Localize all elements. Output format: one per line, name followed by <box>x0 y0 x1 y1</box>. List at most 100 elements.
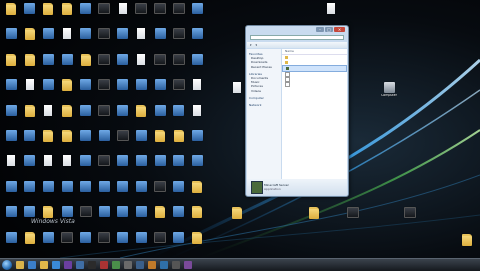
desktop-icon[interactable] <box>95 103 114 128</box>
desktop-icon[interactable] <box>188 26 207 51</box>
desktop-icon[interactable] <box>132 1 151 26</box>
desktop-icon[interactable] <box>132 77 151 102</box>
desktop-icon[interactable] <box>169 1 188 26</box>
desktop-icon-doc-top[interactable] <box>322 1 340 15</box>
desktop-icon[interactable] <box>39 52 58 77</box>
taskbar-button-folder[interactable] <box>40 261 48 269</box>
desktop-icon[interactable] <box>151 52 170 77</box>
desktop-icon[interactable] <box>58 204 77 229</box>
desktop-icon[interactable] <box>58 230 77 255</box>
desktop-icon[interactable] <box>76 204 95 229</box>
desktop-icon[interactable] <box>58 153 77 178</box>
desktop-icon[interactable] <box>2 179 21 204</box>
desktop-icon[interactable] <box>76 153 95 178</box>
desktop-icon[interactable] <box>169 230 188 255</box>
minimize-button[interactable]: – <box>316 27 324 32</box>
desktop-icon[interactable] <box>39 204 58 229</box>
taskbar-button-app5[interactable] <box>112 261 120 269</box>
desktop-icon[interactable] <box>39 153 58 178</box>
desktop-icon[interactable] <box>169 153 188 178</box>
desktop-icon-folder-a[interactable] <box>228 205 246 220</box>
desktop-icon[interactable] <box>188 230 207 255</box>
desktop-icon[interactable] <box>188 1 207 26</box>
desktop-icon[interactable] <box>169 179 188 204</box>
desktop-icon[interactable] <box>58 179 77 204</box>
desktop-icon[interactable] <box>114 26 133 51</box>
desktop-icon[interactable] <box>76 128 95 153</box>
desktop-icon[interactable] <box>58 128 77 153</box>
desktop-icon[interactable] <box>151 230 170 255</box>
desktop-icon[interactable] <box>169 52 188 77</box>
desktop-icon[interactable] <box>95 230 114 255</box>
taskbar-button-app7[interactable] <box>136 261 144 269</box>
desktop-icon[interactable] <box>39 179 58 204</box>
taskbar-button-app9[interactable] <box>160 261 168 269</box>
desktop-icon[interactable] <box>39 230 58 255</box>
desktop-icon[interactable] <box>151 77 170 102</box>
desktop-icon[interactable] <box>39 77 58 102</box>
taskbar-button-ie[interactable] <box>52 261 60 269</box>
desktop-icon[interactable] <box>76 103 95 128</box>
desktop-icon[interactable] <box>151 204 170 229</box>
start-orb-button[interactable] <box>2 260 12 270</box>
desktop-icon[interactable] <box>132 103 151 128</box>
taskbar-button-app6[interactable] <box>124 261 132 269</box>
nav-computer[interactable]: Computer <box>247 96 281 100</box>
desktop-icon[interactable] <box>132 26 151 51</box>
desktop-icon[interactable] <box>95 52 114 77</box>
desktop-icon[interactable] <box>58 77 77 102</box>
desktop-icon[interactable] <box>2 26 21 51</box>
file-row[interactable] <box>282 82 347 87</box>
desktop-icon[interactable] <box>188 103 207 128</box>
nav-videos[interactable]: Videos <box>247 89 281 93</box>
desktop-icon[interactable] <box>76 26 95 51</box>
file-row-selected[interactable] <box>282 65 347 72</box>
desktop-icon[interactable] <box>21 179 40 204</box>
desktop-icon[interactable] <box>39 26 58 51</box>
nav-network[interactable]: Network <box>247 103 281 107</box>
address-bar[interactable] <box>250 35 344 40</box>
desktop-icon[interactable] <box>151 153 170 178</box>
desktop-icon[interactable] <box>169 128 188 153</box>
desktop-icon[interactable] <box>58 52 77 77</box>
desktop-icon-folder-c[interactable] <box>458 232 476 247</box>
nav-recent-places[interactable]: Recent Places <box>247 65 281 69</box>
desktop-icon[interactable] <box>132 204 151 229</box>
desktop-icon[interactable] <box>58 103 77 128</box>
desktop-icon[interactable] <box>188 128 207 153</box>
desktop-icon[interactable] <box>151 128 170 153</box>
desktop-icon[interactable] <box>2 103 21 128</box>
desktop-icon[interactable] <box>151 1 170 26</box>
desktop-icon[interactable] <box>188 77 207 102</box>
taskbar-button-media[interactable] <box>28 261 36 269</box>
window-titlebar[interactable]: – □ × <box>246 26 348 34</box>
desktop-icon[interactable] <box>76 230 95 255</box>
desktop-icon-folder-b[interactable] <box>305 205 323 220</box>
desktop-icon[interactable] <box>2 230 21 255</box>
explorer-window[interactable]: – □ × ▾ ▾ Favorites Desktop Downloads Re… <box>245 25 349 197</box>
taskbar-button-app3[interactable] <box>88 261 96 269</box>
desktop-icon[interactable] <box>21 230 40 255</box>
desktop-icon[interactable] <box>76 52 95 77</box>
desktop-icon[interactable] <box>95 77 114 102</box>
desktop-icon[interactable] <box>114 77 133 102</box>
desktop-icon[interactable] <box>95 179 114 204</box>
desktop-icon[interactable] <box>39 128 58 153</box>
desktop-icon[interactable] <box>188 179 207 204</box>
desktop-icon[interactable] <box>188 204 207 229</box>
desktop-icon[interactable] <box>2 1 21 26</box>
desktop-icon-dark-a[interactable] <box>344 205 362 219</box>
desktop-icon[interactable] <box>114 153 133 178</box>
desktop-icon[interactable] <box>132 153 151 178</box>
desktop-icon[interactable] <box>114 230 133 255</box>
desktop-icon[interactable] <box>114 1 133 26</box>
taskbar-button-app11[interactable] <box>184 261 192 269</box>
desktop-icon[interactable] <box>39 103 58 128</box>
desktop-icon[interactable] <box>2 128 21 153</box>
desktop-icon[interactable] <box>188 153 207 178</box>
organize-menu[interactable]: ▾ <box>250 43 252 47</box>
desktop-icon[interactable] <box>151 26 170 51</box>
desktop-icon[interactable] <box>21 1 40 26</box>
desktop-icon[interactable] <box>21 103 40 128</box>
taskbar-button-app2[interactable] <box>76 261 84 269</box>
